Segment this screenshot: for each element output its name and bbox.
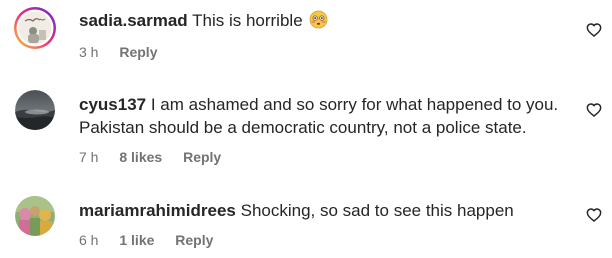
comment-timestamp[interactable]: 7 h	[79, 149, 98, 165]
avatar[interactable]	[15, 90, 55, 130]
like-heart-icon[interactable]	[586, 207, 602, 223]
comment-username[interactable]: cyus137	[79, 95, 146, 114]
reply-button[interactable]: Reply	[119, 44, 157, 60]
reply-button[interactable]: Reply	[175, 232, 213, 248]
comment-body: cyus137 I am ashamed and so sorry for wh…	[79, 93, 567, 139]
comment-body: mariamrahimidrees Shocking, so sad to se…	[79, 199, 514, 222]
like-heart-icon[interactable]	[586, 102, 602, 118]
comment-meta: 3 h Reply	[79, 44, 157, 60]
comment-timestamp[interactable]: 6 h	[79, 232, 98, 248]
comment-meta: 6 h 1 like Reply	[79, 232, 213, 248]
comment-timestamp[interactable]: 3 h	[79, 44, 98, 60]
reply-button[interactable]: Reply	[183, 149, 221, 165]
comment-text: I am ashamed and so sorry for what happe…	[79, 95, 559, 137]
comment-body: sadia.sarmad This is horrible	[79, 9, 328, 32]
likes-count[interactable]: 1 like	[119, 232, 154, 248]
comment-text: This is horrible	[192, 11, 303, 30]
comment-username[interactable]: sadia.sarmad	[79, 11, 188, 30]
avatar[interactable]	[15, 196, 55, 236]
comment-text: Shocking, so sad to see this happen	[240, 201, 514, 220]
comment-username[interactable]: mariamrahimidrees	[79, 201, 236, 220]
like-heart-icon[interactable]	[586, 22, 602, 38]
comment-meta: 7 h 8 likes Reply	[79, 149, 221, 165]
avatar[interactable]	[13, 6, 57, 50]
flushed-face-icon	[309, 10, 328, 29]
likes-count[interactable]: 8 likes	[119, 149, 162, 165]
